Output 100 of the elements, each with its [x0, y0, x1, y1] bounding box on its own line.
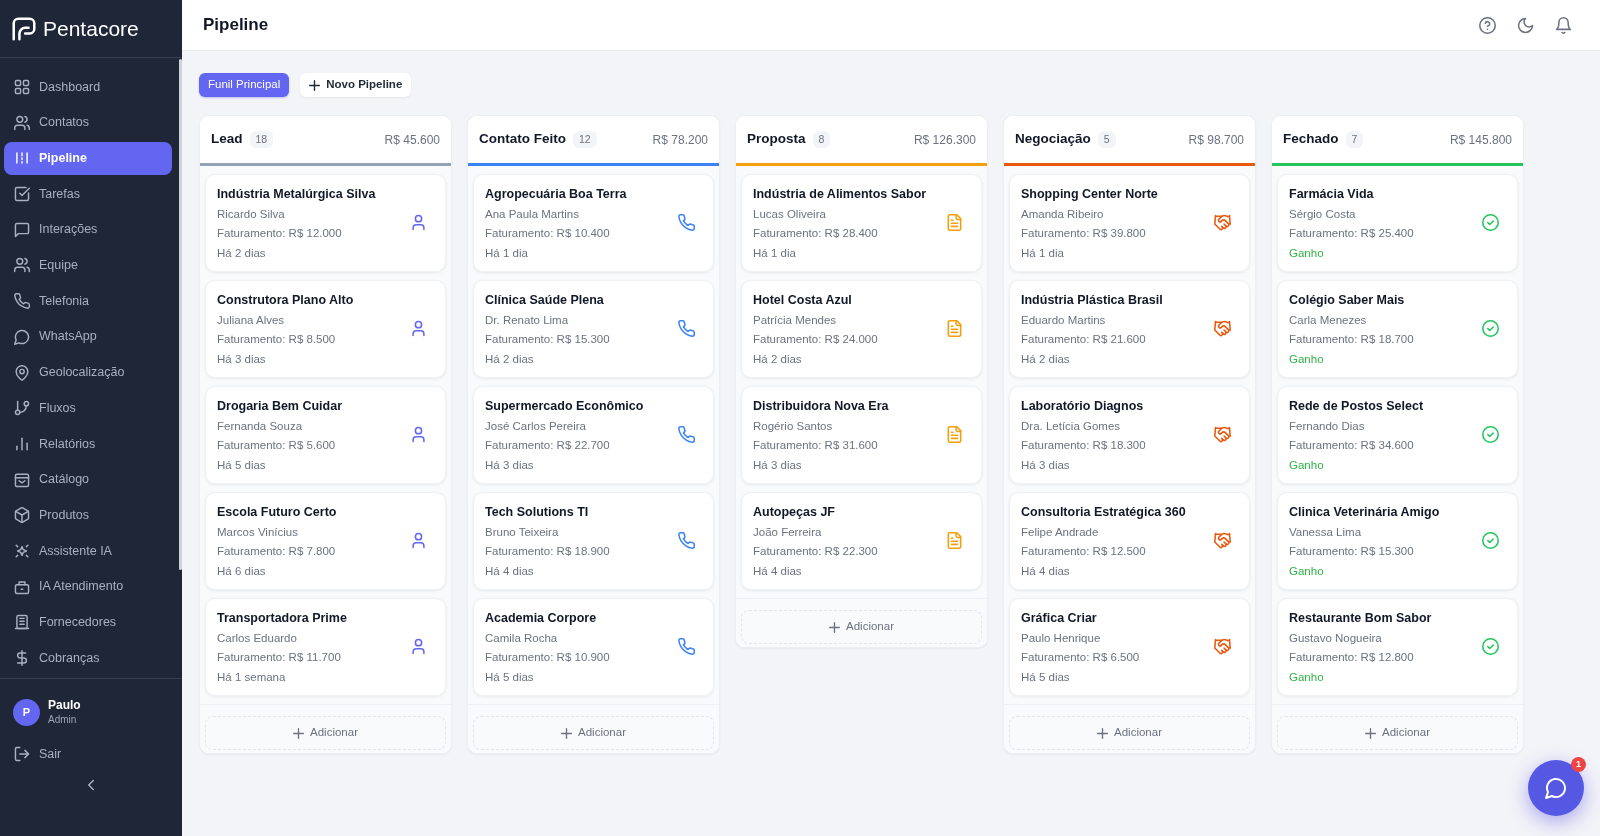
deal-card[interactable]: Drogaria Bem Cuidar Fernanda Souza Faturamento: R$ 5.600 Há 5 dias	[205, 386, 446, 484]
building-icon	[14, 614, 30, 631]
revenue-text: Faturamento: R$ 18.900	[485, 544, 610, 559]
deal-card[interactable]: Clinica Veterinária Amigo Vanessa Lima Faturamento: R$ 15.300 Ganho	[1277, 492, 1518, 590]
deal-card[interactable]: Transportadora Prime Carlos Eduardo Faturamento: R$ 11.700 Há 1 semana	[205, 598, 446, 696]
nav-item[interactable]: Fornecedores	[4, 605, 172, 639]
time-ago: Há 1 semana	[217, 670, 287, 685]
nav-item[interactable]: Cobranças	[4, 641, 172, 675]
time-ago: Há 3 dias	[485, 458, 535, 473]
nav-item[interactable]: Contatos	[4, 106, 172, 140]
status-text: Ganho	[1289, 670, 1325, 685]
contact-name: Lucas Oliveira	[753, 207, 827, 222]
check-circle-icon	[1482, 425, 1499, 443]
add-card-button[interactable]: Adicionar	[1009, 716, 1250, 750]
chat-bubble-icon	[14, 328, 30, 345]
contact-name: Sérgio Costa	[1289, 207, 1357, 222]
company-name: Tech Solutions TI	[485, 504, 590, 521]
revenue-text: Faturamento: R$ 10.400	[485, 226, 611, 241]
bag-icon	[14, 471, 30, 488]
deal-card[interactable]: Consultoria Estratégica 360 Felipe Andrade Faturamento: R$ 12.500 Há 4 dias	[1009, 492, 1250, 590]
new-pipeline-button[interactable]: Novo Pipeline	[300, 73, 412, 97]
company-name: Supermercado Econômico	[485, 398, 644, 415]
deal-card[interactable]: Colégio Saber Mais Carla Menezes Faturamento: R$ 18.700 Ganho	[1277, 280, 1518, 378]
deal-card[interactable]: Gráfica Criar Paulo Henrique Faturamento: R$ 6.500 Há 5 dias	[1009, 598, 1250, 696]
phone-icon	[678, 637, 695, 655]
nav-item[interactable]: Produtos	[4, 498, 172, 532]
dollar-icon	[14, 650, 30, 666]
chat-button[interactable]	[1528, 760, 1584, 816]
deal-card[interactable]: Rede de Postos Select Fernando Dias Faturamento: R$ 34.600 Ganho	[1277, 386, 1518, 484]
time-ago: Há 1 dia	[753, 246, 797, 261]
phone-icon	[14, 293, 30, 310]
contact-name: Vanessa Lima	[1289, 525, 1363, 540]
deal-card[interactable]: Tech Solutions TI Bruno Teixeira Faturamento: R$ 18.900 Há 4 dias	[473, 492, 714, 590]
bell-icon[interactable]	[1555, 16, 1572, 34]
column-title: Contato Feito	[479, 130, 566, 149]
deal-card[interactable]: Laboratório Diagnos Dra. Letícia Gomes Faturamento: R$ 18.300 Há 3 dias	[1009, 386, 1250, 484]
column-title: Lead	[211, 130, 243, 149]
sidebar-scrollbar[interactable]	[179, 59, 182, 570]
plus-icon	[1365, 727, 1376, 739]
time-ago: Há 3 dias	[217, 352, 267, 367]
nav-item[interactable]: IA Atendimento	[4, 570, 172, 604]
contact-name: Felipe Andrade	[1021, 525, 1100, 540]
add-card-button[interactable]: Adicionar	[741, 610, 982, 644]
deal-card[interactable]: Restaurante Bom Sabor Gustavo Nogueira Faturamento: R$ 12.800 Ganho	[1277, 598, 1518, 696]
chevron-left-icon[interactable]	[85, 779, 97, 791]
logout-button[interactable]: Sair	[13, 739, 62, 769]
deal-card[interactable]: Academia Corpore Camila Rocha Faturamento: R$ 10.900 Há 5 dias	[473, 598, 714, 696]
pipeline-tab[interactable]: Funil Principal	[199, 73, 290, 97]
deal-card[interactable]: Indústria Metalúrgica Silva Ricardo Silva Faturamento: R$ 12.000 Há 2 dias	[205, 174, 446, 272]
revenue-text: Faturamento: R$ 5.600	[217, 438, 337, 453]
bar-chart-icon	[14, 435, 30, 452]
deal-card[interactable]: Escola Futuro Certo Marcos Vinícius Faturamento: R$ 7.800 Há 6 dias	[205, 492, 446, 590]
company-name: Drogaria Bem Cuidar	[217, 398, 343, 415]
deal-card[interactable]: Clínica Saúde Plena Dr. Renato Lima Faturamento: R$ 15.300 Há 2 dias	[473, 280, 714, 378]
nav-item[interactable]: Geolocalização	[4, 356, 172, 389]
user-name: Paulo	[48, 698, 81, 713]
deal-card[interactable]: Farmácia Vida Sérgio Costa Faturamento: R$ 25.400 Ganho	[1277, 174, 1518, 272]
users-icon	[14, 114, 30, 131]
nav-item[interactable]: Pipeline	[4, 141, 172, 175]
deal-card[interactable]: Shopping Center Norte Amanda Ribeiro Faturamento: R$ 39.800 Há 1 dia	[1009, 174, 1250, 272]
add-card-button[interactable]: Adicionar	[1277, 716, 1518, 750]
add-card-button[interactable]: Adicionar	[473, 716, 714, 750]
add-card-button[interactable]: Adicionar	[205, 716, 446, 750]
company-name: Rede de Postos Select	[1289, 398, 1424, 415]
notification-badge: 1	[1571, 757, 1586, 772]
document-icon	[946, 213, 963, 231]
deal-card[interactable]: Autopeças JF João Ferreira Faturamento: R$ 22.300 Há 4 dias	[741, 492, 982, 590]
nav-item[interactable]: Fluxos	[4, 391, 172, 425]
revenue-text: Faturamento: R$ 10.900	[485, 650, 610, 665]
card-count: 8	[812, 131, 831, 148]
moon-icon[interactable]	[1517, 16, 1534, 34]
deal-card[interactable]: Supermercado Econômico José Carlos Pereira Faturamento: R$ 22.700 Há 3 dias	[473, 386, 714, 484]
deal-card[interactable]: Distribuidora Nova Era Rogério Santos Faturamento: R$ 31.600 Há 3 dias	[741, 386, 982, 484]
contact-name: Amanda Ribeiro	[1021, 207, 1105, 222]
deal-card[interactable]: Hotel Costa Azul Patrícia Mendes Faturamento: R$ 24.000 Há 2 dias	[741, 280, 982, 378]
revenue-text: Faturamento: R$ 28.400	[753, 226, 879, 241]
time-ago: Há 4 dias	[753, 564, 803, 579]
column-title: Fechado	[1283, 130, 1339, 149]
company-name: Indústria Plástica Brasil	[1021, 292, 1163, 309]
nav-item[interactable]: Relatórios	[4, 427, 172, 461]
nav-item[interactable]: Tarefas	[4, 177, 172, 211]
deal-card[interactable]: Agropecuária Boa Terra Ana Paula Martins Faturamento: R$ 10.400 Há 1 dia	[473, 174, 714, 272]
nav-item[interactable]: Catálogo	[4, 463, 172, 497]
nav-item[interactable]: Dashboard	[4, 70, 172, 104]
nav-item[interactable]: Interações	[4, 213, 172, 247]
nav-item[interactable]: WhatsApp	[4, 320, 172, 354]
time-ago: Há 2 dias	[217, 246, 267, 261]
deal-card[interactable]: Indústria de Alimentos Sabor Lucas Oliveira Faturamento: R$ 28.400 Há 1 dia	[741, 174, 982, 272]
revenue-text: Faturamento: R$ 39.800	[1021, 226, 1147, 241]
company-name: Academia Corpore	[485, 610, 598, 627]
plus-icon	[293, 727, 304, 739]
deal-card[interactable]: Construtora Plano Alto Juliana Alves Faturamento: R$ 8.500 Há 3 dias	[205, 280, 446, 378]
revenue-text: Faturamento: R$ 15.300	[485, 332, 610, 347]
nav-item[interactable]: Assistente IA	[4, 534, 172, 568]
contact-name: Patrícia Mendes	[753, 313, 838, 328]
help-icon[interactable]	[1479, 16, 1496, 34]
nav-item[interactable]: Equipe	[4, 248, 172, 282]
deal-card[interactable]: Indústria Plástica Brasil Eduardo Martins Faturamento: R$ 21.600 Há 2 dias	[1009, 280, 1250, 378]
nav-item[interactable]: Telefonia	[4, 284, 172, 318]
phone-icon	[678, 319, 695, 337]
